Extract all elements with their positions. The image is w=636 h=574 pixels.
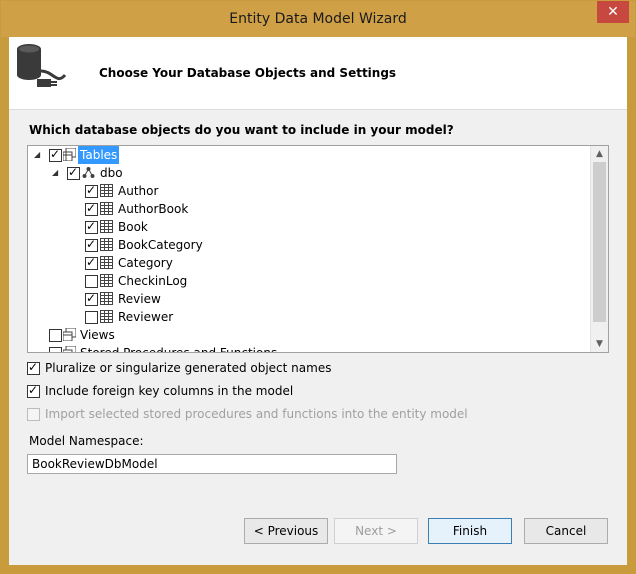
tree-node-stored-procedures[interactable]: Stored Procedures and Functions: [28, 344, 588, 352]
table-checkbox[interactable]: [85, 253, 98, 271]
tree-vertical-scrollbar[interactable]: ▲ ▼: [590, 146, 608, 352]
dbo-label[interactable]: dbo: [98, 164, 125, 182]
import-procedures-checkbox: [27, 408, 40, 421]
foreign-keys-label[interactable]: Include foreign key columns in the model: [45, 382, 293, 400]
tree-node-table[interactable]: Review: [28, 289, 588, 308]
schema-icon: [82, 167, 95, 178]
table-checkbox[interactable]: [85, 199, 98, 217]
dbo-checkbox[interactable]: [67, 163, 80, 181]
tree-node-table[interactable]: CheckinLog: [28, 272, 588, 290]
table-checkbox[interactable]: [85, 235, 98, 253]
scroll-thumb[interactable]: [593, 162, 606, 322]
stored-procedures-checkbox[interactable]: [49, 347, 62, 352]
table-checkbox[interactable]: [85, 311, 98, 324]
wizard-header: Choose Your Database Objects and Setting…: [9, 37, 627, 110]
table-label[interactable]: AuthorBook: [116, 200, 190, 218]
tables-label[interactable]: Tables: [78, 146, 120, 164]
table-label[interactable]: Category: [116, 254, 175, 272]
stored-procedures-label[interactable]: Stored Procedures and Functions: [78, 344, 279, 352]
table-label[interactable]: BookCategory: [116, 236, 205, 254]
tree-node-table[interactable]: Reviewer: [28, 308, 588, 326]
table-grid-icon: [100, 184, 113, 197]
tables-folder-icon: [63, 148, 76, 161]
finish-button[interactable]: Finish: [428, 518, 512, 544]
tree-node-tables[interactable]: ◢ Tables: [28, 146, 588, 164]
scroll-up-arrow-icon[interactable]: ▲: [591, 146, 608, 162]
tree-node-table[interactable]: Book: [28, 217, 588, 236]
table-grid-icon: [100, 310, 113, 323]
pluralize-label[interactable]: Pluralize or singularize generated objec…: [45, 359, 331, 377]
views-checkbox[interactable]: [49, 329, 62, 342]
objects-question: Which database objects do you want to in…: [29, 123, 454, 137]
table-checkbox[interactable]: [85, 181, 98, 199]
title-bar[interactable]: Entity Data Model Wizard ✕: [1, 1, 635, 37]
table-grid-icon: [100, 220, 113, 233]
tree-node-dbo[interactable]: ◢ dbo: [28, 163, 588, 182]
table-label[interactable]: Author: [116, 182, 160, 200]
table-checkbox[interactable]: [85, 217, 98, 235]
namespace-label: Model Namespace:: [29, 434, 144, 448]
namespace-input[interactable]: [27, 454, 397, 474]
table-grid-icon: [100, 202, 113, 215]
tree-node-table[interactable]: BookCategory: [28, 235, 588, 254]
tables-checkbox[interactable]: [49, 146, 62, 163]
window-title: Entity Data Model Wizard: [229, 11, 407, 27]
tree-node-table[interactable]: AuthorBook: [28, 199, 588, 218]
tree-node-table[interactable]: Author: [28, 181, 588, 200]
table-grid-icon: [100, 256, 113, 269]
database-objects-tree[interactable]: ◢ Tables ◢ dbo AuthorAuthorBookBookBookC…: [27, 145, 609, 353]
views-label[interactable]: Views: [78, 326, 117, 344]
collapse-triangle-icon[interactable]: ◢: [52, 164, 58, 182]
table-grid-icon: [100, 274, 113, 287]
table-label[interactable]: CheckinLog: [116, 272, 189, 290]
table-label[interactable]: Book: [116, 218, 150, 236]
wizard-body: Choose Your Database Objects and Setting…: [9, 37, 627, 565]
tree-node-views[interactable]: Views: [28, 326, 588, 344]
views-folder-icon: [63, 328, 76, 341]
pluralize-checkbox[interactable]: [27, 358, 40, 376]
import-procedures-label: Import selected stored procedures and fu…: [45, 407, 468, 421]
table-checkbox[interactable]: [85, 289, 98, 307]
scroll-down-arrow-icon[interactable]: ▼: [591, 336, 608, 352]
table-checkbox[interactable]: [85, 275, 98, 288]
previous-button[interactable]: < Previous: [244, 518, 328, 544]
cancel-button[interactable]: Cancel: [524, 518, 608, 544]
stored-procedures-folder-icon: [63, 346, 76, 352]
table-label[interactable]: Review: [116, 290, 163, 308]
collapse-triangle-icon[interactable]: ◢: [34, 146, 40, 164]
next-button: Next >: [334, 518, 418, 544]
database-plug-icon: [17, 44, 67, 87]
wizard-window: Entity Data Model Wizard ✕ Choose Your D…: [0, 0, 636, 574]
table-label[interactable]: Reviewer: [116, 308, 175, 326]
table-grid-icon: [100, 292, 113, 305]
close-button[interactable]: ✕: [597, 1, 629, 23]
tree-node-table[interactable]: Category: [28, 253, 588, 272]
page-title: Choose Your Database Objects and Setting…: [99, 66, 397, 80]
foreign-keys-checkbox[interactable]: [27, 381, 40, 399]
table-grid-icon: [100, 238, 113, 251]
